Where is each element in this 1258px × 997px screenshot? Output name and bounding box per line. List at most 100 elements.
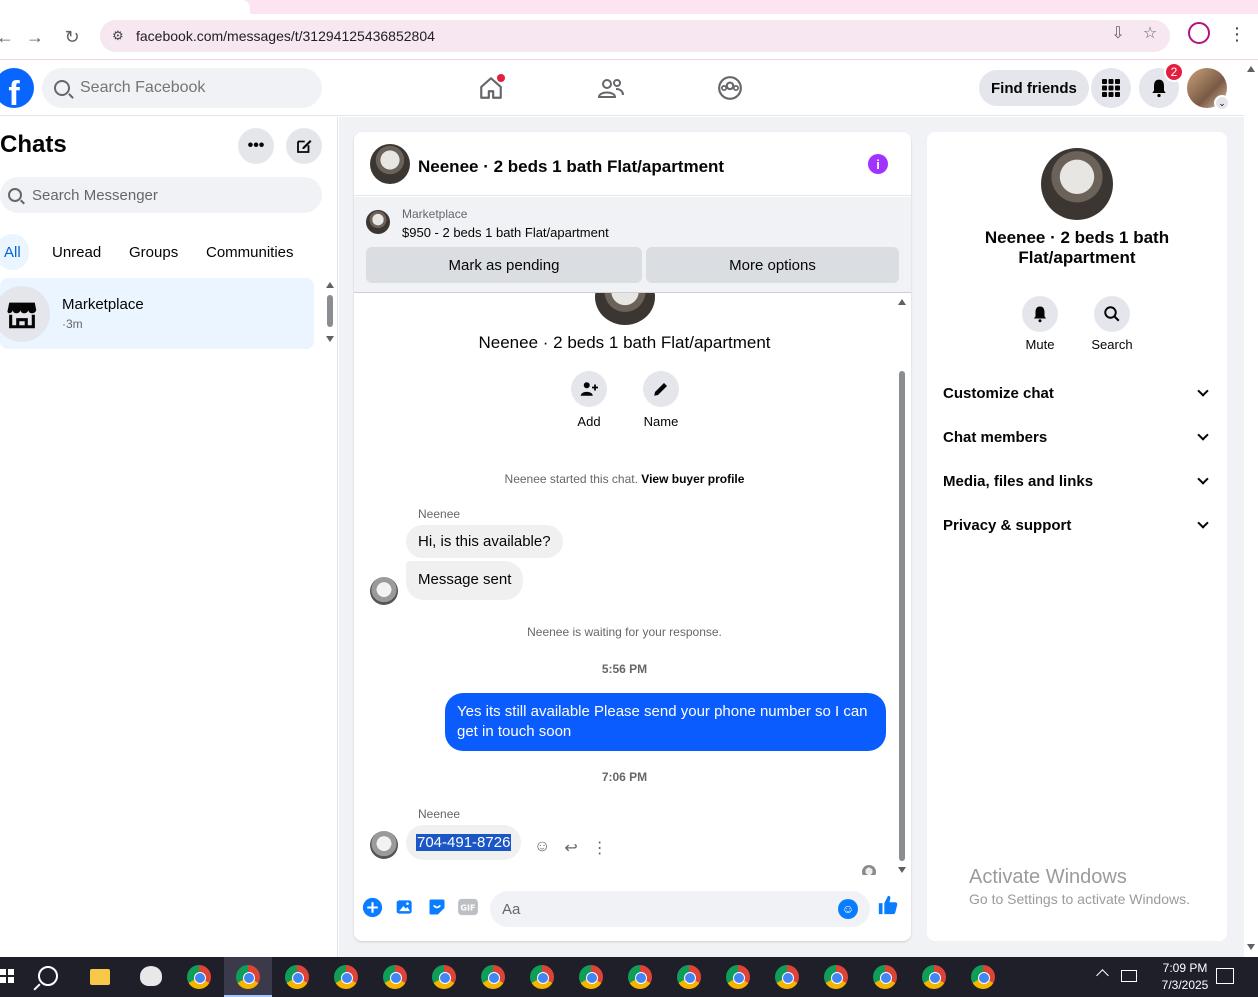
media-files-links-section[interactable]: Media, files and links: [943, 467, 1213, 495]
browser-active-tab[interactable]: [0, 0, 250, 14]
mute-action[interactable]: Mute: [1010, 296, 1070, 352]
sender-avatar[interactable]: [370, 577, 398, 605]
photo-attach-icon[interactable]: [394, 896, 416, 918]
facebook-search[interactable]: [42, 68, 322, 108]
chrome-icon[interactable]: [383, 965, 407, 989]
menu-grid-icon[interactable]: [1091, 68, 1131, 108]
groups-nav-icon[interactable]: [714, 72, 746, 104]
pencil-icon: [643, 371, 679, 407]
plus-circle-icon[interactable]: [361, 896, 383, 918]
scroll-up-arrow-icon[interactable]: [1247, 66, 1255, 72]
thread-scrollbar[interactable]: [896, 293, 908, 875]
bookmark-star-icon[interactable]: ☆: [1137, 20, 1163, 46]
chrome-icon[interactable]: [628, 965, 652, 989]
chrome-icon[interactable]: [677, 965, 701, 989]
chat-members-section[interactable]: Chat members: [943, 423, 1213, 451]
chat-list-scrollbar[interactable]: [325, 279, 335, 342]
sticker-icon[interactable]: [426, 896, 448, 918]
chrome-icon[interactable]: [236, 965, 260, 989]
conversation-avatar[interactable]: [370, 144, 410, 184]
messenger-search[interactable]: Search Messenger: [0, 177, 322, 213]
chrome-icon[interactable]: [530, 965, 554, 989]
windows-start-icon[interactable]: [0, 969, 14, 983]
network-icon[interactable]: [1121, 970, 1137, 982]
taskbar-clock[interactable]: 7:09 PM 7/3/2025: [1150, 960, 1220, 994]
filter-tab-all[interactable]: All: [0, 234, 29, 270]
info-icon[interactable]: i: [868, 154, 888, 174]
react-emoji-icon[interactable]: ☺: [534, 838, 550, 858]
incoming-message[interactable]: Message sent: [406, 561, 524, 600]
filter-tab-unread[interactable]: Unread: [48, 234, 105, 270]
chrome-icon[interactable]: [971, 965, 995, 989]
details-avatar[interactable]: [1041, 148, 1113, 220]
chrome-icon[interactable]: [775, 965, 799, 989]
chrome-icon[interactable]: [579, 965, 603, 989]
more-vertical-icon[interactable]: ⋮: [592, 838, 608, 858]
message-input[interactable]: Aa ☺: [490, 891, 870, 927]
phone-number-selected[interactable]: 704-491-8726: [416, 834, 512, 851]
find-friends-button[interactable]: Find friends: [979, 70, 1089, 106]
chrome-icon[interactable]: [481, 965, 505, 989]
scroll-down-arrow-icon[interactable]: [326, 336, 334, 342]
chrome-icon[interactable]: [334, 965, 358, 989]
site-info-icon[interactable]: ⚙: [112, 28, 128, 44]
file-explorer-icon[interactable]: [90, 969, 110, 985]
taskbar-search-icon[interactable]: [38, 966, 58, 986]
more-options-icon[interactable]: •••: [238, 128, 274, 164]
scroll-up-arrow-icon[interactable]: [898, 299, 906, 305]
mark-as-pending-button[interactable]: Mark as pending: [366, 247, 642, 283]
filter-tab-communities[interactable]: Communities: [202, 234, 298, 270]
scroll-down-arrow-icon[interactable]: [898, 867, 906, 873]
chat-details-panel: Neenee · 2 beds 1 bath Flat/apartment Mu…: [927, 132, 1227, 941]
chrome-icon[interactable]: [432, 965, 456, 989]
incoming-message[interactable]: Hi, is this available?: [406, 525, 563, 558]
add-label: Add: [577, 414, 601, 429]
view-buyer-profile-link[interactable]: View buyer profile: [641, 472, 744, 486]
filter-tab-groups[interactable]: Groups: [125, 234, 182, 270]
listing-thumbnail[interactable]: [366, 210, 390, 234]
thumbs-up-icon[interactable]: [877, 894, 899, 916]
install-app-icon[interactable]: ⇩: [1105, 20, 1131, 46]
scrollbar-thumb[interactable]: [899, 371, 905, 861]
incoming-message[interactable]: 704-491-8726: [406, 825, 522, 860]
add-people-action[interactable]: Add: [559, 371, 619, 429]
customize-chat-section[interactable]: Customize chat: [943, 379, 1213, 407]
forward-icon[interactable]: →: [22, 24, 48, 50]
reload-icon[interactable]: ↻: [59, 24, 85, 50]
chrome-icon[interactable]: [285, 965, 309, 989]
chrome-icon[interactable]: [824, 965, 848, 989]
chrome-icon[interactable]: [922, 965, 946, 989]
scroll-down-arrow-icon[interactable]: [1247, 944, 1255, 950]
search-action[interactable]: Search: [1082, 296, 1142, 352]
new-message-icon[interactable]: [286, 128, 322, 164]
friends-nav-icon[interactable]: [595, 72, 627, 104]
browser-profile-icon[interactable]: [1188, 22, 1210, 44]
back-icon[interactable]: ←: [0, 24, 18, 50]
name-chat-action[interactable]: Name: [631, 371, 691, 429]
facebook-logo-icon[interactable]: f: [0, 68, 34, 108]
outgoing-message[interactable]: Yes its still available Please send your…: [445, 693, 886, 751]
show-hidden-icons-icon[interactable]: [1096, 969, 1109, 982]
chat-list-item[interactable]: Marketplace ·3m: [0, 278, 314, 349]
paint-app-icon[interactable]: [140, 966, 162, 986]
account-avatar[interactable]: ⌄: [1187, 68, 1230, 111]
chrome-icon[interactable]: [873, 965, 897, 989]
reply-icon[interactable]: ↩: [564, 838, 577, 858]
scrollbar-thumb[interactable]: [327, 295, 333, 327]
scroll-up-arrow-icon[interactable]: [326, 282, 334, 288]
notification-center-icon[interactable]: [1216, 968, 1234, 984]
listing-summary[interactable]: $950 - 2 beds 1 bath Flat/apartment: [402, 225, 609, 240]
emoji-icon[interactable]: ☺: [838, 899, 858, 919]
gif-icon[interactable]: GIF: [457, 896, 479, 918]
more-options-button[interactable]: More options: [646, 247, 899, 283]
facebook-search-input[interactable]: [80, 79, 300, 97]
sender-avatar[interactable]: [370, 831, 398, 859]
privacy-support-section[interactable]: Privacy & support: [943, 511, 1213, 539]
conversation-title[interactable]: Neenee · 2 beds 1 bath Flat/apartment: [418, 157, 724, 177]
page-scrollbar[interactable]: [1244, 60, 1258, 957]
chrome-icon[interactable]: [187, 965, 211, 989]
home-nav-icon[interactable]: [475, 72, 507, 104]
chrome-icon[interactable]: [726, 965, 750, 989]
browser-menu-icon[interactable]: ⋮: [1228, 24, 1246, 45]
address-bar[interactable]: ⚙ facebook.com/messages/t/31294125436852…: [100, 20, 1170, 52]
